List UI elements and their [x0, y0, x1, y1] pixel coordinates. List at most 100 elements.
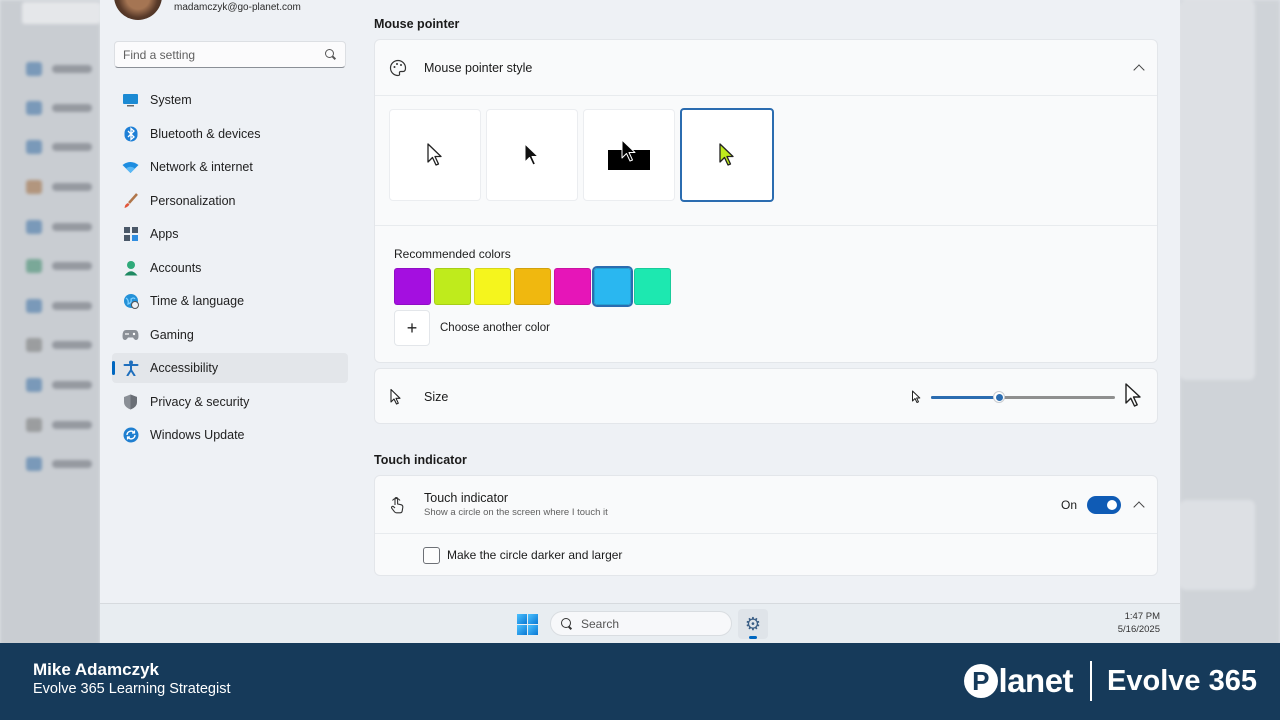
- chevron-up-icon[interactable]: [1133, 500, 1145, 513]
- color-swatch[interactable]: [634, 268, 671, 305]
- recommended-colors-label: Recommended colors: [394, 247, 511, 261]
- monitor-icon: [122, 92, 139, 108]
- shield-icon: [122, 394, 139, 410]
- mouse-pointer-style-label: Mouse pointer style: [424, 60, 533, 75]
- sidebar-item-system[interactable]: System: [112, 85, 348, 115]
- taskbar-search[interactable]: Search: [550, 611, 732, 636]
- planet-logo-mark: P: [963, 664, 998, 698]
- bluetooth-icon: [122, 126, 139, 142]
- choose-another-color-label: Choose another color: [440, 322, 550, 334]
- custom-color-cursor-icon: [719, 143, 734, 166]
- apps-icon: [122, 226, 139, 242]
- search-icon[interactable]: [325, 48, 337, 61]
- color-swatch[interactable]: [474, 268, 511, 305]
- mouse-pointer-style-header[interactable]: Mouse pointer style: [375, 40, 1157, 96]
- sidebar-item-gaming[interactable]: Gaming: [112, 320, 348, 350]
- sidebar-item-label: Windows Update: [150, 428, 245, 442]
- planet-logo: Planet: [963, 662, 1074, 700]
- taskbar: Search ⚙ 1:47 PM 5/16/2025: [100, 603, 1180, 643]
- pointer-style-white[interactable]: [389, 109, 481, 201]
- touch-indicator-title: Touch indicator: [424, 491, 509, 505]
- search-box[interactable]: [114, 41, 346, 68]
- sidebar-item-label: Accounts: [150, 260, 202, 275]
- sidebar-item-label: Privacy & security: [150, 394, 250, 409]
- background-search: [22, 2, 100, 24]
- mouse-pointer-style-card: Mouse pointer style Recommended colors +…: [374, 39, 1158, 363]
- gamepad-icon: [122, 327, 139, 343]
- brand-tagline: Evolve 365: [1107, 664, 1257, 697]
- inverted-cursor-icon: [608, 139, 650, 170]
- presenter-role: Evolve 365 Learning Strategist: [33, 681, 231, 697]
- sidebar-item-network[interactable]: Network & internet: [112, 152, 348, 182]
- divider: [375, 225, 1157, 226]
- section-title-touch-indicator: Touch indicator: [374, 453, 467, 467]
- sidebar-item-label: Network & internet: [150, 160, 253, 174]
- sidebar-item-accounts[interactable]: Accounts: [112, 253, 348, 283]
- accessibility-icon: [122, 360, 139, 376]
- system-clock[interactable]: 1:47 PM 5/16/2025: [1118, 610, 1160, 636]
- sidebar-item-apps[interactable]: Apps: [112, 219, 348, 249]
- pointer-size-slider[interactable]: [931, 391, 1115, 403]
- color-swatch[interactable]: [514, 268, 551, 305]
- color-swatch[interactable]: [434, 268, 471, 305]
- color-swatches: [394, 266, 671, 307]
- sidebar-item-accessibility[interactable]: Accessibility: [112, 353, 348, 383]
- sidebar-item-time-language[interactable]: Time & language: [112, 286, 348, 316]
- add-color-button[interactable]: +: [394, 310, 430, 346]
- palette-pointer-icon: [389, 59, 407, 77]
- presenter-banner: Mike Adamczyk Evolve 365 Learning Strate…: [0, 643, 1280, 720]
- chevron-up-icon[interactable]: [1133, 63, 1145, 76]
- sidebar-item-bluetooth[interactable]: Bluetooth & devices: [112, 119, 348, 149]
- color-swatch[interactable]: [394, 268, 431, 305]
- sidebar-item-label: Apps: [150, 227, 179, 241]
- settings-window: madamczyk@go-planet.com System Bluetooth…: [100, 0, 1180, 603]
- avatar: [114, 0, 162, 20]
- sidebar-item-label: Gaming: [150, 327, 194, 342]
- brush-icon: [122, 192, 139, 209]
- touch-indicator-subtitle: Show a circle on the screen where I touc…: [424, 507, 608, 518]
- windows-start-icon[interactable]: [517, 614, 538, 635]
- background-content: [1180, 0, 1280, 645]
- user-email: madamczyk@go-planet.com: [174, 1, 301, 13]
- brand-lockup: Planet Evolve 365: [963, 659, 1257, 703]
- pointer-size-icon: [389, 388, 403, 406]
- large-cursor-icon: [1124, 382, 1143, 412]
- presenter-name: Mike Adamczyk: [33, 660, 159, 679]
- sidebar-item-privacy[interactable]: Privacy & security: [112, 387, 348, 417]
- sidebar-item-label: Bluetooth & devices: [150, 126, 261, 141]
- size-card: Size: [374, 368, 1158, 424]
- pointer-style-tiles: [389, 108, 774, 202]
- update-icon: [122, 427, 139, 443]
- touch-indicator-card: Touch indicator Show a circle on the scr…: [374, 475, 1158, 576]
- sidebar: madamczyk@go-planet.com System Bluetooth…: [100, 0, 362, 603]
- darker-circle-option[interactable]: Make the circle darker and larger: [375, 534, 1157, 576]
- user-profile[interactable]: madamczyk@go-planet.com: [114, 0, 301, 20]
- settings-app-icon[interactable]: ⚙: [738, 609, 768, 639]
- clock-time: 1:47 PM: [1124, 611, 1160, 622]
- color-swatch[interactable]: [592, 266, 633, 307]
- sidebar-item-personalization[interactable]: Personalization: [112, 186, 348, 216]
- slider-thumb[interactable]: [993, 391, 1006, 403]
- size-label: Size: [424, 390, 449, 404]
- section-title-mouse-pointer: Mouse pointer: [374, 17, 460, 31]
- white-cursor-icon: [427, 143, 442, 166]
- sidebar-item-label: Time & language: [150, 294, 245, 308]
- small-cursor-icon: [911, 390, 921, 407]
- pointer-style-custom[interactable]: [680, 108, 774, 202]
- black-cursor-icon: [524, 143, 539, 166]
- choose-another-color[interactable]: + Choose another color: [394, 310, 550, 346]
- brand-divider: [1090, 661, 1093, 701]
- sidebar-item-windows-update[interactable]: Windows Update: [112, 420, 348, 450]
- person-icon: [122, 260, 139, 276]
- color-swatch[interactable]: [554, 268, 591, 305]
- sidebar-item-label: Personalization: [150, 193, 236, 208]
- darker-circle-checkbox[interactable]: [423, 546, 440, 564]
- sidebar-item-label: Accessibility: [150, 361, 219, 375]
- search-input[interactable]: [123, 47, 303, 62]
- planet-logo-text: lanet: [998, 662, 1074, 699]
- plus-icon: +: [406, 317, 418, 338]
- pointer-style-inverted[interactable]: [583, 109, 675, 201]
- pointer-style-black[interactable]: [486, 109, 578, 201]
- touch-indicator-toggle[interactable]: [1087, 495, 1121, 514]
- background-sidebar: [0, 0, 100, 645]
